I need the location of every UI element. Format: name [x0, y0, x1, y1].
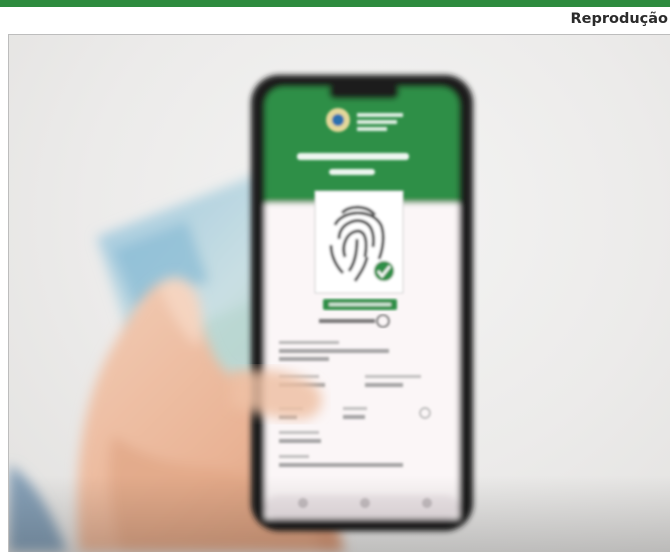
accent-top-bar	[0, 0, 670, 7]
photo-credit: Reprodução	[570, 11, 668, 27]
photo-illustration	[9, 75, 670, 552]
app-green-button	[323, 299, 397, 310]
photo	[8, 34, 670, 552]
check-circle-icon	[372, 259, 396, 283]
smartphone	[251, 75, 473, 531]
